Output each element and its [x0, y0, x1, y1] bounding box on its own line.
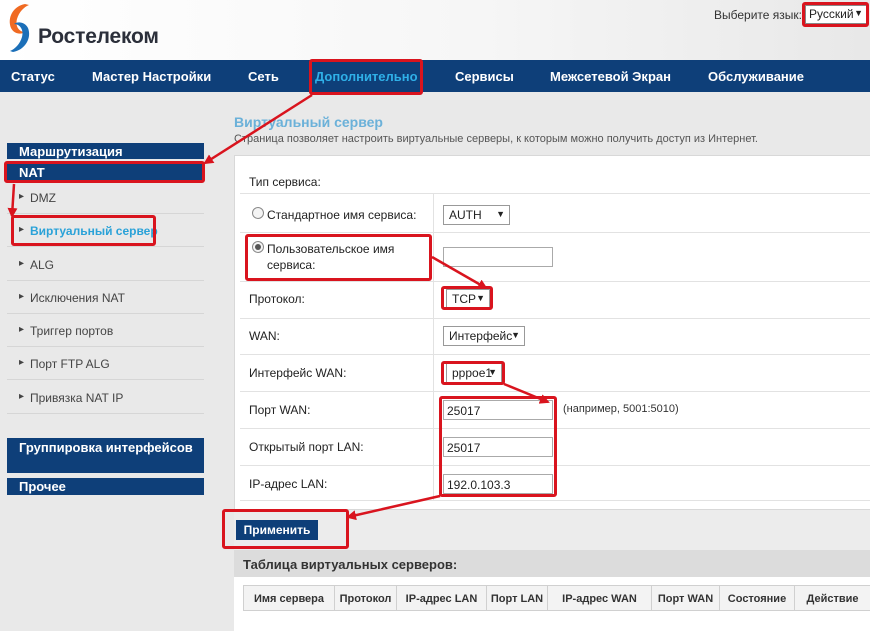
sidebar-item-nat-exclusions[interactable]: ▸ Исключения NAT [7, 291, 204, 305]
language-label: Выберите язык: [714, 8, 802, 22]
row-divider [240, 391, 870, 392]
lan-ip-label: IP-адрес LAN: [249, 477, 328, 491]
annotation-box [802, 2, 869, 27]
nav-setup-wizard[interactable]: Мастер Настройки [92, 69, 211, 84]
brand-name: Ростелеком [38, 25, 159, 48]
nav-status[interactable]: Статус [11, 69, 55, 84]
column-divider [433, 193, 434, 501]
wan-port-label: Порт WAN: [249, 403, 311, 417]
rostelecom-logo-icon [9, 4, 30, 52]
divider [7, 213, 204, 214]
bullet-icon: ▸ [19, 291, 25, 302]
lan-port-label: Открытый порт LAN: [249, 440, 364, 454]
header: Ростелеком Выберите язык: Русский ▼ [0, 0, 870, 60]
column-header: Состояние [720, 586, 795, 610]
row-divider [240, 232, 870, 233]
sidebar-item-dmz[interactable]: ▸ DMZ [7, 191, 204, 205]
divider [7, 346, 204, 347]
column-header: IP-адрес LAN [397, 586, 487, 610]
nav-firewall[interactable]: Межсетевой Экран [550, 69, 671, 84]
annotation-box [11, 215, 156, 246]
sidebar-item-ftp-alg[interactable]: ▸ Порт FTP ALG [7, 357, 204, 371]
column-header: Порт LAN [487, 586, 548, 610]
sidebar-other[interactable]: Прочее [7, 478, 204, 495]
row-divider [240, 318, 870, 319]
sidebar-interface-grouping[interactable]: Группировка интерфейсов [7, 438, 204, 473]
wan-interface-label: Интерфейс WAN: [249, 366, 347, 380]
divider [7, 379, 204, 380]
annotation-box [441, 361, 505, 385]
table-header-row: Имя сервера Протокол IP-адрес LAN Порт L… [243, 585, 870, 611]
bullet-icon: ▸ [19, 357, 25, 368]
protocol-label: Протокол: [249, 292, 305, 306]
column-header: Действие [806, 593, 859, 605]
divider [7, 280, 204, 281]
standard-service-label: Стандартное имя сервиса: [267, 208, 417, 222]
divider [7, 413, 204, 414]
table-title: Таблица виртуальных серверов: [243, 557, 458, 572]
service-type-label: Тип сервиса: [249, 175, 321, 189]
sidebar-routing[interactable]: Маршрутизация [7, 143, 204, 159]
column-header: Имя сервера [244, 586, 335, 610]
column-header: IP-адрес WAN [548, 586, 652, 610]
top-nav: Статус Мастер Настройки Сеть Дополнитель… [0, 60, 870, 92]
annotation-box [439, 396, 557, 497]
sidebar-item-alg[interactable]: ▸ ALG [7, 258, 204, 272]
annotation-box [4, 161, 205, 183]
bullet-icon: ▸ [19, 191, 25, 202]
chevron-down-icon: ▼ [511, 330, 520, 340]
column-header: Протокол [335, 586, 397, 610]
annotation-box [222, 509, 349, 549]
row-divider [240, 193, 870, 194]
bullet-icon: ▸ [19, 391, 25, 402]
column-header: Порт WAN [652, 586, 720, 610]
page-description: Страница позволяет настроить виртуальные… [234, 133, 758, 145]
nav-network[interactable]: Сеть [248, 69, 279, 84]
wan-label: WAN: [249, 329, 280, 343]
nav-maintenance[interactable]: Обслуживание [708, 69, 804, 84]
page-title: Виртуальный сервер [234, 114, 383, 130]
row-divider [240, 354, 870, 355]
sidebar-item-nat-ip-binding[interactable]: ▸ Привязка NAT IP [7, 391, 204, 405]
chevron-down-icon: ▼ [496, 209, 505, 219]
custom-service-input[interactable] [443, 247, 553, 267]
divider [7, 246, 204, 247]
annotation-box [245, 234, 432, 281]
bullet-icon: ▸ [19, 324, 25, 335]
sidebar-item-port-trigger[interactable]: ▸ Триггер портов [7, 324, 204, 338]
annotation-box [441, 286, 493, 310]
row-divider [240, 281, 870, 282]
divider [7, 313, 204, 314]
standard-service-select[interactable]: AUTH ▼ [443, 205, 510, 225]
bullet-icon: ▸ [19, 258, 25, 269]
annotation-box [309, 59, 423, 95]
standard-service-radio[interactable] [252, 207, 264, 219]
wan-select[interactable]: Интерфейс ▼ [443, 326, 525, 346]
row-divider [240, 500, 870, 501]
wan-port-hint: (например, 5001:5010) [563, 403, 679, 415]
nav-services[interactable]: Сервисы [455, 69, 514, 84]
